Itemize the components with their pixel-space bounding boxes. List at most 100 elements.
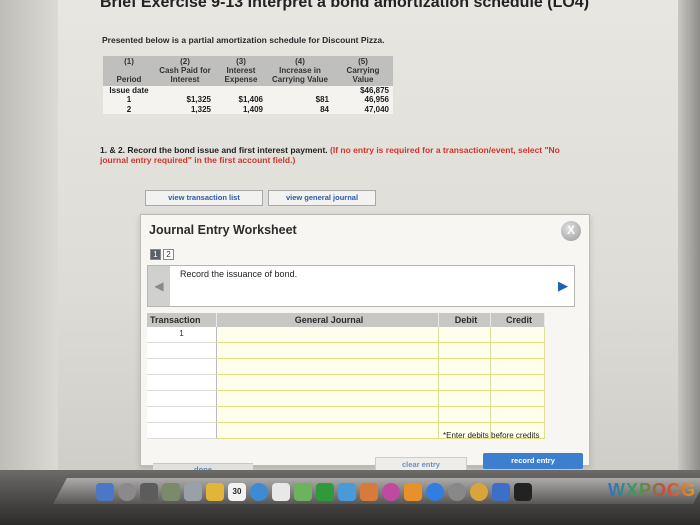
debit-input[interactable] — [439, 327, 491, 343]
amortization-schedule: (1) Period (2) Cash Paid for Interest (3) I… — [103, 56, 393, 115]
cell-cash: 1,325 — [155, 104, 215, 115]
cell-carrying: 46,956 — [333, 95, 393, 105]
close-icon[interactable]: X — [561, 221, 581, 241]
account-input[interactable] — [217, 423, 439, 439]
cell-expense — [215, 85, 267, 96]
chevron-right-icon[interactable]: ▶ — [552, 266, 574, 306]
debits-first-hint: *Enter debits before credits — [443, 431, 540, 440]
cell-increase — [267, 85, 333, 96]
step-tab-2[interactable]: 2 — [163, 249, 174, 260]
office-apps-label: WXPOCG — [607, 480, 696, 500]
transaction-cell — [147, 343, 217, 359]
journal-row — [147, 343, 545, 359]
account-input[interactable] — [217, 391, 439, 407]
table-row: Issue date $46,875 — [103, 85, 393, 96]
mac-dock: 30 WXPOCG — [0, 470, 700, 525]
cell-increase: $81 — [267, 95, 333, 105]
col-header-general-journal: General Journal — [217, 313, 439, 327]
cell-expense: 1,409 — [215, 104, 267, 115]
col-header-transaction: Transaction — [147, 313, 217, 327]
cell-period: 1 — [103, 95, 155, 105]
journal-row — [147, 359, 545, 375]
transaction-number: 1 — [147, 327, 217, 343]
col-header-interest-expense: (3) Interest Expense — [215, 56, 267, 86]
cell-period: Issue date — [103, 85, 155, 96]
chrome-icon[interactable] — [470, 483, 488, 501]
journal-table-header: Transaction General Journal Debit Credit — [147, 313, 545, 327]
credit-input[interactable] — [491, 359, 545, 375]
col-header-debit: Debit — [439, 313, 491, 327]
debit-input[interactable] — [439, 343, 491, 359]
credit-input[interactable] — [491, 407, 545, 423]
credit-input[interactable] — [491, 391, 545, 407]
journal-row — [147, 391, 545, 407]
debit-input[interactable] — [439, 407, 491, 423]
account-input[interactable] — [217, 407, 439, 423]
step-tab-1[interactable]: 1 — [150, 249, 161, 260]
reminders-icon[interactable] — [272, 483, 290, 501]
launchpad-icon[interactable] — [118, 483, 136, 501]
cell-carrying: $46,875 — [333, 85, 393, 96]
photo-icon[interactable] — [162, 483, 180, 501]
account-input[interactable] — [217, 327, 439, 343]
journal-entry-worksheet: Journal Entry Worksheet X 1 2 ◀ Record t… — [140, 214, 590, 475]
cell-cash — [155, 85, 215, 96]
messages-icon[interactable] — [338, 483, 356, 501]
table-row: 2 1,325 1,409 84 47,040 — [103, 104, 393, 115]
col-header-increase: (4) Increase in Carrying Value — [267, 56, 333, 86]
transaction-cell — [147, 423, 217, 439]
preferences-icon[interactable] — [448, 483, 466, 501]
notes-icon[interactable] — [206, 483, 224, 501]
maps-icon[interactable] — [294, 483, 312, 501]
app-icon[interactable] — [492, 483, 510, 501]
cell-increase: 84 — [267, 104, 333, 115]
left-shadow — [0, 0, 58, 480]
clear-entry-button[interactable]: clear entry — [375, 457, 467, 471]
transaction-cell — [147, 359, 217, 375]
terminal-icon[interactable] — [514, 483, 532, 501]
dock-office-apps: WXPOCG — [608, 480, 696, 501]
calendar-icon[interactable]: 30 — [228, 483, 246, 501]
debit-input[interactable] — [439, 391, 491, 407]
mission-control-icon[interactable] — [140, 483, 158, 501]
chevron-left-icon[interactable]: ◀ — [148, 266, 170, 306]
instructions: 1. & 2. Record the bond issue and first … — [100, 145, 570, 165]
account-input[interactable] — [217, 359, 439, 375]
intro-text: Presented below is a partial amortizatio… — [102, 35, 385, 45]
view-general-journal-button[interactable]: view general journal — [268, 190, 376, 206]
cell-carrying: 47,040 — [333, 104, 393, 115]
view-transaction-list-button[interactable]: view transaction list — [145, 190, 263, 206]
record-prompt-box: ◀ Record the issuance of bond. ▶ — [147, 265, 575, 307]
col-header-carrying-value: (5) Carrying Value — [333, 56, 393, 86]
transaction-cell — [147, 375, 217, 391]
cell-cash: $1,325 — [155, 95, 215, 105]
account-input[interactable] — [217, 375, 439, 391]
account-input[interactable] — [217, 343, 439, 359]
app-store-icon[interactable] — [426, 483, 444, 501]
safari-icon[interactable] — [250, 483, 268, 501]
col-header-credit: Credit — [491, 313, 545, 327]
table-row: 1 $1,325 $1,406 $81 46,956 — [103, 95, 393, 105]
credit-input[interactable] — [491, 343, 545, 359]
transaction-cell — [147, 407, 217, 423]
finder-icon[interactable] — [96, 483, 114, 501]
col-header-period: (1) Period — [103, 56, 155, 86]
ibooks-icon[interactable] — [404, 483, 422, 501]
worksheet-title: Journal Entry Worksheet — [149, 223, 297, 237]
mail-icon[interactable] — [184, 483, 202, 501]
col-header-cash-paid: (2) Cash Paid for Interest — [155, 56, 215, 86]
itunes-icon[interactable] — [382, 483, 400, 501]
photos-icon[interactable] — [360, 483, 378, 501]
debit-input[interactable] — [439, 375, 491, 391]
cell-period: 2 — [103, 104, 155, 115]
journal-row — [147, 407, 545, 423]
credit-input[interactable] — [491, 327, 545, 343]
cell-expense: $1,406 — [215, 95, 267, 105]
journal-row: 1 — [147, 327, 545, 343]
debit-input[interactable] — [439, 359, 491, 375]
credit-input[interactable] — [491, 375, 545, 391]
instruction-main: 1. & 2. Record the bond issue and first … — [100, 145, 328, 155]
facetime-icon[interactable] — [316, 483, 334, 501]
record-prompt-text: Record the issuance of bond. — [180, 269, 298, 279]
record-entry-button[interactable]: record entry — [483, 453, 583, 469]
